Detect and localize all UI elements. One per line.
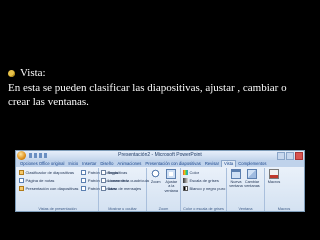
maximize-icon[interactable] [286,152,294,160]
group-label-macros: Macros [277,207,291,211]
escala-grises-button[interactable]: Escala de grises [183,177,224,184]
group-vistas-presentacion: Clasificador de diapositivas Página de n… [17,168,128,211]
escala-grises-label: Escala de grises [189,178,219,183]
powerpoint-screenshot: Presentación2 - Microsoft PowerPoint Opc… [15,150,305,212]
macros-buttons: Macros [267,169,301,184]
ribbon: Clasificador de diapositivas Página de n… [16,167,304,211]
clasificador-button[interactable]: Clasificador de diapositivas [19,169,78,176]
slide-master-icon [81,170,87,175]
ajustar-ventana-button[interactable]: Ajustar a la ventana [164,169,179,193]
clasificador-label: Clasificador de diapositivas [25,170,74,175]
barra-mensajes-checkbox[interactable]: Barra de mensajes [101,185,144,192]
group-label-zoom: Zoom [158,207,169,211]
minimize-icon[interactable] [277,152,285,160]
cuadricula-label: Líneas de la cuadrícula [107,178,149,183]
nueva-ventana-button[interactable]: Nueva ventana [229,169,243,189]
grayscale-icon [183,178,188,183]
ajustar-label: Ajustar a la ventana [164,180,179,193]
group-label-color: Color o escala de grises [183,207,224,211]
window-controls [277,152,303,160]
slide-paragraph: En esta se pueden clasificar las diaposi… [8,82,287,108]
zoom-button[interactable]: Zoom [149,169,163,184]
zoom-label: Zoom [150,180,161,184]
cuadricula-checkbox[interactable]: Líneas de la cuadrícula [101,177,149,184]
checkbox-icon [101,178,106,183]
cambiar-ventanas-button[interactable]: Cambiar ventanas [244,169,260,189]
ventana-buttons: Nueva ventana Cambiar ventanas [229,169,262,189]
notes-master-icon [81,186,87,191]
nueva-ventana-label: Nueva ventana [229,180,243,189]
presentacion-button[interactable]: Presentación con diapositivas [19,185,78,192]
handout-master-icon [81,178,87,183]
tab-opciones-office[interactable]: Opciones Office original [18,161,66,167]
group-zoom: Zoom Ajustar a la ventana Zoom [147,168,181,211]
checkbox-icon [101,170,106,175]
tab-diseno[interactable]: Diseño [98,161,115,167]
slide-sorter-icon [19,170,24,175]
group-label-vistas: Vistas de presentación [38,207,77,211]
pagina-notas-label: Página de notas [25,178,55,183]
title-bar: Presentación2 - Microsoft PowerPoint [16,151,304,160]
group-label-ventana: Ventana [238,207,253,211]
color-button[interactable]: Color [183,169,224,176]
window-title: Presentación2 - Microsoft PowerPoint [118,152,202,158]
bullet-icon [8,69,15,77]
cambiar-ventanas-label: Cambiar ventanas [244,180,260,189]
bullet-label: Vista: [20,67,46,79]
tab-revisar[interactable]: Revisar [203,161,221,167]
presentacion-label: Presentación con diapositivas [25,186,79,191]
blanco-negro-label: Blanco y negro puro [189,186,226,191]
group-ventana: Nueva ventana Cambiar ventanas Ventana [227,168,265,211]
close-icon[interactable] [295,152,303,160]
macros-button[interactable]: Macros [267,169,281,184]
group-label-mostrar: Mostrar u ocultar [108,207,137,211]
slide-body: Vista: En esta se pueden clasificar las … [8,66,308,109]
tab-inicio[interactable]: Inicio [66,161,80,167]
ribbon-tabs: Opciones Office original Inicio Insertar… [16,160,304,167]
tab-presentacion[interactable]: Presentación con diapositivas [143,161,202,167]
group-macros: Macros Macros [265,168,303,211]
blanco-negro-button[interactable]: Blanco y negro puro [183,185,226,192]
zoom-buttons: Zoom Ajustar a la ventana [149,169,178,193]
regla-label: Regla [107,170,118,175]
checkbox-icon [101,186,106,191]
magnifier-icon [150,169,161,179]
group-mostrar-ocultar: Regla Líneas de la cuadrícula Barra de m… [99,168,149,211]
regla-checkbox[interactable]: Regla [101,169,144,176]
mostrar-items: Regla Líneas de la cuadrícula Barra de m… [101,169,149,192]
black-white-icon [183,186,188,191]
color-icon [183,170,188,175]
pagina-notas-button[interactable]: Página de notas [19,177,78,184]
slideshow-icon [19,186,24,191]
color-label: Color [189,170,200,175]
tab-complementos[interactable]: Complementos [236,161,268,167]
new-window-icon [231,169,241,179]
group-color-escala: Color Escala de grises Blanco y negro pu… [181,168,227,211]
tab-vista[interactable]: Vista [221,160,237,167]
bullet-line: Vista: [8,66,308,80]
color-items: Color Escala de grises Blanco y negro pu… [183,169,226,192]
macros-label: Macros [267,180,281,184]
macro-icon [269,169,279,179]
notes-page-icon [19,178,24,183]
barra-mensajes-label: Barra de mensajes [107,186,142,191]
fit-window-icon [166,169,177,179]
tab-animaciones[interactable]: Animaciones [115,161,143,167]
vistas-col1: Clasificador de diapositivas Página de n… [19,169,78,211]
switch-windows-icon [247,169,257,179]
tab-insertar[interactable]: Insertar [80,161,98,167]
